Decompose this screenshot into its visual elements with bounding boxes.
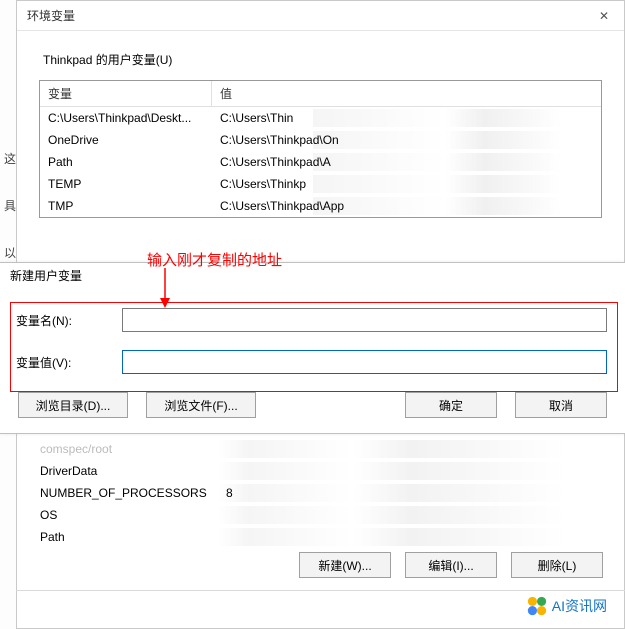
browse-file-button[interactable]: 浏览文件(F)... — [146, 392, 256, 418]
var-value-label: 变量值(V): — [10, 354, 122, 371]
user-vars-body: C:\Users\Thinkpad\Deskt...C:\Users\Thin … — [40, 107, 601, 217]
table-row[interactable]: NUMBER_OF_PROCESSORS8 — [32, 482, 603, 504]
table-row[interactable]: PathC:\Users\Thinkpad\A — [40, 151, 601, 173]
table-row[interactable]: comspec/root — [32, 438, 603, 460]
new-user-var-dialog: 新建用户变量 变量名(N): 变量值(V): 浏览目录(D)... 浏览文件(F… — [0, 262, 625, 434]
user-vars-label: Thinkpad 的用户变量(U) — [43, 51, 602, 68]
table-row[interactable]: Path — [32, 526, 603, 548]
close-icon[interactable]: ✕ — [592, 7, 616, 25]
child-button-row: 浏览目录(D)... 浏览文件(F)... 确定 取消 — [10, 392, 615, 424]
ok-button[interactable]: 确定 — [405, 392, 497, 418]
table-header: 变量 值 — [40, 81, 601, 107]
watermark: AI资讯网 — [526, 595, 607, 617]
edit-button[interactable]: 编辑(I)... — [405, 552, 497, 578]
table-row[interactable]: TMPC:\Users\Thinkpad\App — [40, 195, 601, 217]
divider — [16, 590, 625, 591]
header-name[interactable]: 变量 — [40, 81, 212, 106]
browse-dir-button[interactable]: 浏览目录(D)... — [18, 392, 128, 418]
var-value-row: 变量值(V): — [10, 350, 615, 374]
child-dialog-title: 新建用户变量 — [0, 263, 625, 284]
watermark-logo-icon — [526, 595, 548, 617]
titlebar: 环境变量 ✕ — [17, 1, 624, 31]
new-button[interactable]: 新建(W)... — [299, 552, 391, 578]
system-vars-buttons: 新建(W)... 编辑(I)... 删除(L) — [299, 552, 603, 578]
var-name-row: 变量名(N): — [10, 308, 615, 332]
annotation-text: 输入刚才复制的地址 — [147, 249, 282, 270]
table-row[interactable]: DriverData — [32, 460, 603, 482]
user-vars-table[interactable]: 变量 值 C:\Users\Thinkpad\Deskt...C:\Users\… — [39, 80, 602, 218]
header-value[interactable]: 值 — [212, 81, 601, 106]
var-name-input[interactable] — [122, 308, 607, 332]
table-row[interactable]: C:\Users\Thinkpad\Deskt...C:\Users\Thin — [40, 107, 601, 129]
table-row[interactable]: OneDriveC:\Users\Thinkpad\On — [40, 129, 601, 151]
watermark-text: AI资讯网 — [552, 596, 607, 616]
table-row[interactable]: TEMPC:\Users\Thinkp — [40, 173, 601, 195]
var-value-input[interactable] — [122, 350, 607, 374]
system-vars-area: comspec/root DriverData NUMBER_OF_PROCES… — [32, 438, 603, 548]
background-fragments: 这 具 以 — [0, 120, 15, 261]
cancel-button[interactable]: 取消 — [515, 392, 607, 418]
table-row[interactable]: OS — [32, 504, 603, 526]
delete-button[interactable]: 删除(L) — [511, 552, 603, 578]
dialog-title: 环境变量 — [27, 7, 75, 24]
var-name-label: 变量名(N): — [10, 312, 122, 329]
